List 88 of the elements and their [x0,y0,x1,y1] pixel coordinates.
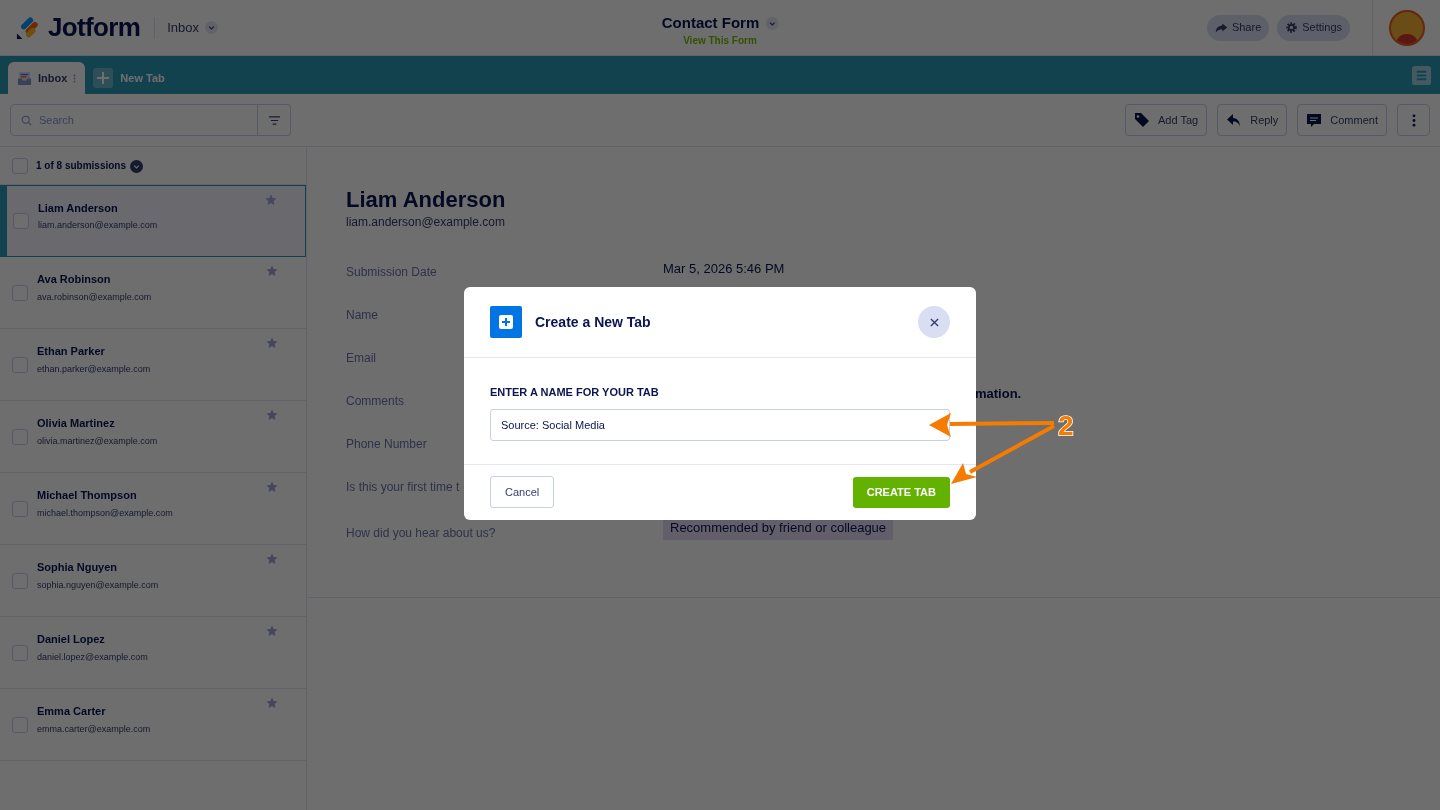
field-label: Email [346,351,376,365]
row-checkbox[interactable] [13,213,29,229]
submitter-email: liam.anderson@example.com [38,219,158,232]
submitter-name: Daniel Lopez [37,632,106,647]
reply-arrow-icon [1226,112,1243,128]
inbox-tray-icon [17,70,32,86]
submission-row[interactable]: Emma Carter emma.carter@example.com [0,689,306,761]
star-icon[interactable] [266,337,278,349]
row-checkbox[interactable] [12,284,28,301]
dialog-title: Create a New Tab [535,312,651,332]
chevron-down-icon [765,16,779,30]
submitter-name: Ethan Parker [37,344,106,359]
submission-row[interactable]: Sophia Nguyen sophia.nguyen@example.com [0,545,306,617]
row-checkbox[interactable] [12,356,28,373]
submission-row[interactable]: Daniel Lopez daniel.lopez@example.com [0,617,306,689]
chevron-down-icon [205,21,219,34]
submission-row[interactable]: Ethan Parker ethan.parker@example.com [0,329,306,401]
step-number: 2 [1058,409,1074,443]
submitter-email: liam.anderson@example.com [346,214,506,231]
new-tab-button[interactable]: New Tab [93,62,165,94]
submitter-name: Liam Anderson [38,200,119,216]
submitter-email: sophia.nguyen@example.com [37,578,159,592]
star-icon[interactable] [266,697,278,709]
field-label: Comments [346,394,404,408]
field-value: Mar 5, 2026 5:46 PM [663,260,785,278]
inbox-tab[interactable]: Inbox [8,62,86,94]
close-icon [929,317,939,327]
submitter-name: Sophia Nguyen [37,560,119,575]
field-label: Is this your first time t [346,480,460,494]
tag-icon [1134,112,1150,128]
chevron-down-icon[interactable] [130,160,144,173]
settings-button[interactable]: Settings [1277,14,1350,41]
submitter-heading: Liam Anderson [346,187,507,213]
star-icon[interactable] [266,481,278,493]
field-value: mation. [975,385,1022,403]
section-dropdown[interactable]: Inbox [167,17,219,38]
star-icon[interactable] [266,409,278,421]
submitter-name: Michael Thompson [37,488,138,503]
submitter-name: Ava Robinson [37,272,112,287]
search-icon [21,115,32,126]
share-button[interactable]: Share [1206,14,1270,41]
add-tab-icon [490,306,522,338]
row-checkbox[interactable] [12,428,28,445]
cancel-button[interactable]: Cancel [490,476,555,508]
tab-name-field[interactable]: Source: Social Media [490,408,950,441]
logo-mark-icon [16,15,40,40]
share-arrow-icon [1214,21,1228,34]
submitter-name: Olivia Martinez [37,416,116,431]
field-label: ENTER A NAME FOR YOUR TAB [490,385,660,400]
submission-row[interactable]: Olivia Martinez olivia.martinez@example.com [0,401,306,473]
submission-row[interactable]: Ava Robinson ava.robinson@example.com [0,257,306,329]
speech-bubble-icon [1306,112,1323,128]
row-checkbox[interactable] [12,644,28,661]
star-icon[interactable] [266,265,278,277]
jotform-logo[interactable]: Jotform [0,8,155,47]
star-icon[interactable] [266,553,278,565]
row-checkbox[interactable] [12,716,28,733]
user-avatar[interactable] [1388,9,1425,46]
submitter-email: ava.robinson@example.com [37,290,152,304]
select-all-checkbox[interactable] [12,157,28,174]
form-title-dropdown[interactable]: Contact Form [661,12,779,35]
row-checkbox[interactable] [12,572,28,589]
star-icon[interactable] [266,625,278,637]
vertical-dots-icon [1411,113,1416,127]
submitter-email: olivia.martinez@example.com [37,434,158,448]
submitter-email: daniel.lopez@example.com [37,650,148,664]
submitter-email: ethan.parker@example.com [37,362,151,376]
comment-button[interactable]: Comment [1297,104,1387,136]
close-button[interactable] [918,306,950,338]
submitter-email: emma.carter@example.com [37,722,151,736]
field-label: Submission Date [346,265,437,279]
submitter-email: michael.thompson@example.com [37,506,173,520]
field-label: How did you hear about us? [346,526,496,540]
submitter-name: Emma Carter [37,704,107,719]
field-label: Phone Number [346,437,427,451]
filter-icon [268,115,280,125]
star-icon[interactable] [265,194,277,206]
add-tag-button[interactable]: Add Tag [1125,104,1208,136]
submission-row[interactable]: Michael Thompson michael.thompson@example.com [0,473,306,545]
more-button[interactable] [1397,104,1430,136]
field-label: Name [346,308,378,322]
create-tab-button[interactable]: CREATE TAB [852,476,950,508]
reply-button[interactable]: Reply [1217,104,1288,136]
submission-row[interactable]: Liam Anderson liam.anderson@example.com [0,185,306,257]
settings-icon [1285,21,1299,34]
row-checkbox[interactable] [12,500,28,517]
filter-button[interactable] [258,104,291,136]
submission-count: 1 of 8 submissions [36,159,127,173]
